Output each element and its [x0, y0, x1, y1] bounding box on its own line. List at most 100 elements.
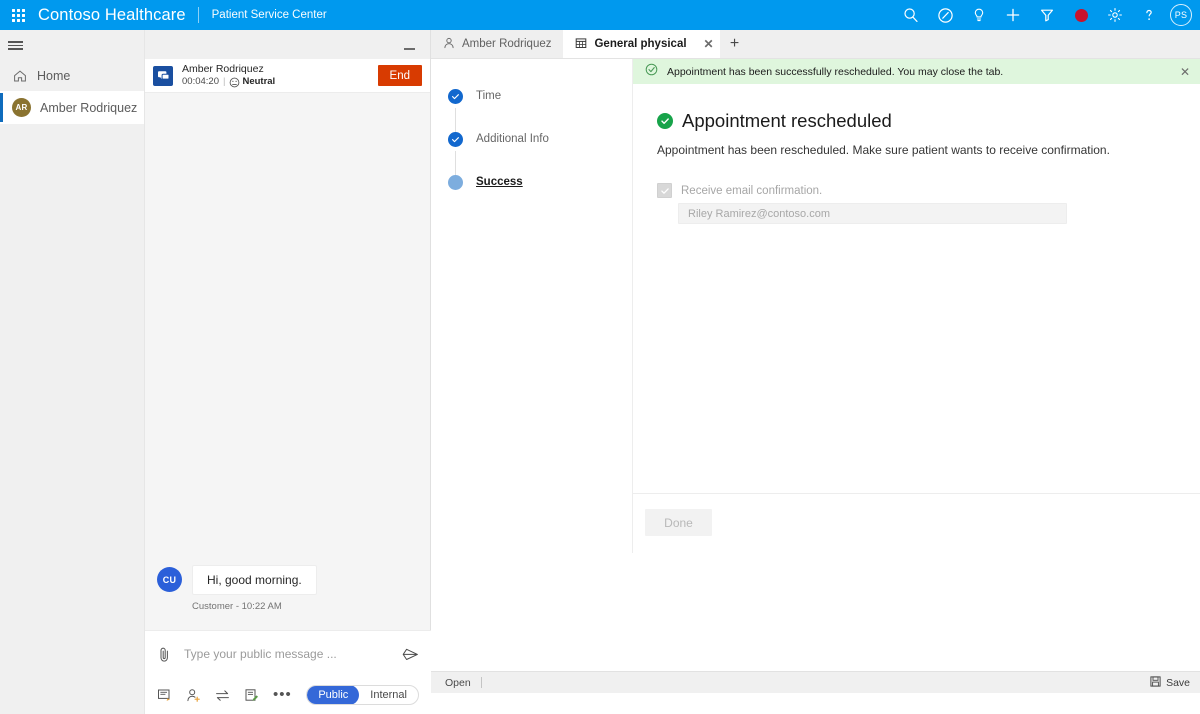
tab-strip: Amber Rodriquez General physical ✕ + — [431, 30, 1200, 59]
step-success[interactable]: Success — [431, 171, 632, 193]
message-timestamp: Customer - 10:22 AM — [192, 601, 418, 612]
avatar: AR — [12, 98, 31, 117]
step-additional-info-label: Additional Info — [476, 133, 549, 145]
status-bar: Open Save — [431, 671, 1200, 693]
new-tab-button[interactable]: + — [720, 30, 750, 58]
email-field — [678, 203, 1067, 224]
progress-stepper: Time Additional Info Success — [431, 59, 633, 493]
step-time[interactable]: Time — [431, 85, 632, 107]
more-options-icon[interactable]: ••• — [273, 690, 292, 700]
toggle-internal-option[interactable]: Internal — [359, 686, 418, 704]
check-circle-icon — [645, 63, 658, 81]
sidebar-item-home-label: Home — [37, 69, 70, 83]
sidebar-toggle-button[interactable] — [0, 30, 144, 61]
email-confirmation-checkbox — [657, 183, 672, 198]
visibility-toggle[interactable]: Public Internal — [306, 685, 419, 705]
notification-banner: Appointment has been successfully resche… — [633, 59, 1200, 84]
hamburger-icon — [8, 40, 23, 52]
user-avatar[interactable]: PS — [1170, 4, 1192, 26]
panel-content: Appointment rescheduled Appointment has … — [633, 84, 1200, 224]
notification-text: Appointment has been successfully resche… — [667, 66, 1003, 78]
sentiment-indicator: Neutral — [229, 76, 275, 88]
composer-input-row — [145, 631, 431, 677]
gear-icon[interactable] — [1098, 0, 1132, 30]
app-subtitle: Patient Service Center — [199, 9, 327, 21]
conversation-status: 00:04:20 | Neutral — [182, 76, 275, 88]
message-avatar: CU — [157, 567, 182, 592]
done-button[interactable]: Done — [645, 509, 712, 536]
step-current-icon — [448, 175, 463, 190]
composer-toolbar: ••• Public Internal — [145, 677, 431, 713]
brand-title: Contoso Healthcare — [36, 6, 198, 25]
record-icon[interactable] — [1064, 0, 1098, 30]
conversation-separator: | — [223, 76, 225, 88]
email-confirmation-checkbox-row: Receive email confirmation. — [657, 183, 1176, 198]
message-avatar-initials: CU — [163, 575, 177, 585]
chat-panel-titlebar — [145, 30, 430, 59]
help-icon[interactable] — [1132, 0, 1166, 30]
step-additional-info[interactable]: Additional Info — [431, 128, 632, 150]
close-icon[interactable]: ✕ — [704, 39, 714, 49]
send-icon[interactable] — [402, 647, 419, 662]
toggle-public-option[interactable]: Public — [307, 685, 359, 705]
save-button[interactable]: Save — [1150, 676, 1190, 690]
end-conversation-button[interactable]: End — [378, 65, 422, 86]
chat-message: CU Hi, good morning. Customer - 10:22 AM — [157, 565, 418, 612]
tab-general-physical[interactable]: General physical ✕ — [563, 30, 719, 58]
minimize-button[interactable] — [398, 35, 420, 55]
topbar-actions: PS — [894, 0, 1200, 30]
status-divider — [481, 677, 482, 688]
page-title-text: Appointment rescheduled — [682, 110, 892, 132]
tab-amber-rodriquez-label: Amber Rodriquez — [462, 38, 551, 50]
save-label: Save — [1166, 677, 1190, 689]
filter-icon[interactable] — [1030, 0, 1064, 30]
page-title: Appointment rescheduled — [657, 110, 1176, 132]
waffle-icon — [12, 9, 25, 22]
person-icon — [443, 37, 455, 52]
chat-message-line: CU Hi, good morning. — [157, 565, 418, 595]
record-status-label: Open — [445, 677, 471, 689]
sidebar-item-amber-rodriquez-label: Amber Rodriquez — [40, 101, 137, 115]
chat-icon — [153, 66, 173, 86]
step-success-label: Success — [476, 176, 523, 188]
message-composer: ••• Public Internal — [145, 630, 431, 714]
chat-transcript: CU Hi, good morning. Customer - 10:22 AM — [145, 93, 430, 630]
top-brand-bar: Contoso Healthcare Patient Service Cente… — [0, 0, 1200, 30]
neutral-face-icon — [229, 77, 240, 88]
app-root: Contoso Healthcare Patient Service Cente… — [0, 0, 1200, 714]
tab-general-physical-label: General physical — [594, 38, 686, 50]
search-icon[interactable] — [894, 0, 928, 30]
panel-footer: Done — [633, 493, 1200, 553]
panel-description: Appointment has been rescheduled. Make s… — [657, 143, 1176, 157]
add-agent-icon[interactable] — [186, 688, 201, 703]
notes-icon[interactable] — [244, 688, 259, 703]
conversation-customer-name: Amber Rodriquez — [182, 63, 275, 75]
sidebar-item-home[interactable]: Home — [0, 61, 144, 91]
work-body: Time Additional Info Success — [431, 59, 1200, 693]
attachment-icon[interactable] — [157, 646, 172, 663]
notification-close-icon[interactable]: ✕ — [1180, 67, 1190, 77]
step-time-label: Time — [476, 90, 501, 102]
assistant-icon[interactable] — [928, 0, 962, 30]
transfer-icon[interactable] — [215, 689, 230, 702]
plus-icon[interactable] — [996, 0, 1030, 30]
stepper-spacer — [431, 493, 633, 553]
calendar-icon — [575, 37, 587, 52]
work-area: Amber Rodriquez General physical ✕ + — [431, 30, 1200, 714]
success-check-icon — [657, 113, 673, 129]
status-bar-left: Open — [445, 677, 482, 689]
tab-amber-rodriquez[interactable]: Amber Rodriquez — [431, 30, 563, 58]
email-confirmation-label: Receive email confirmation. — [681, 185, 822, 197]
minimize-icon — [404, 48, 415, 50]
sidebar: Home AR Amber Rodriquez — [0, 30, 145, 714]
step-complete-icon — [448, 89, 463, 104]
sidebar-item-amber-rodriquez[interactable]: AR Amber Rodriquez — [0, 91, 144, 124]
avatar-initials: AR — [16, 103, 28, 112]
success-panel: Appointment has been successfully resche… — [633, 59, 1200, 493]
app-launcher-button[interactable] — [0, 0, 36, 30]
quick-replies-icon[interactable] — [157, 688, 172, 703]
lightbulb-icon[interactable] — [962, 0, 996, 30]
sentiment-label: Neutral — [242, 76, 275, 88]
message-input[interactable] — [182, 646, 392, 662]
record-dot — [1075, 9, 1088, 22]
